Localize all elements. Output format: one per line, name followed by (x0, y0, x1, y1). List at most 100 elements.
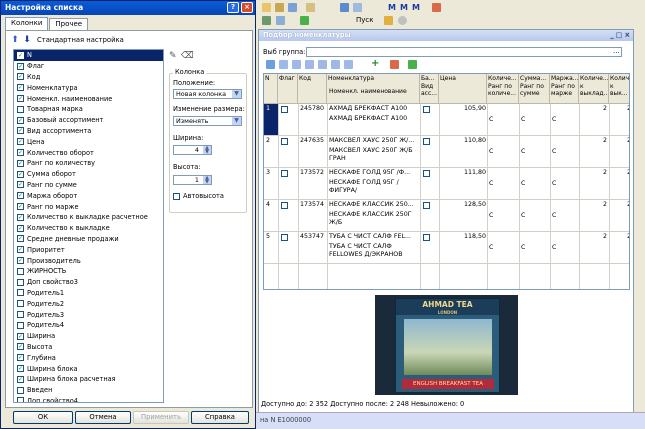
column-header[interactable]: Маржа... Ранг по марже (550, 74, 579, 104)
autoheight-checkbox[interactable] (173, 193, 180, 200)
resize-select[interactable]: Изменять ▼ (173, 116, 242, 126)
column-checkbox[interactable]: ✓ (17, 159, 24, 167)
column-header[interactable]: Цена (439, 74, 487, 104)
column-checkbox[interactable] (17, 321, 24, 329)
column-list-item[interactable]: Родитель3 (14, 309, 163, 320)
width-stepper[interactable]: 4 ▲ ▼ (173, 145, 212, 155)
chevron-down-icon[interactable]: ▼ (232, 90, 241, 98)
start-button[interactable]: Пуск (356, 16, 373, 24)
window-controls-icon[interactable]: _ □ × (610, 30, 630, 41)
column-checkbox[interactable]: ✓ (17, 73, 24, 81)
tools-icon[interactable] (432, 3, 441, 12)
star-icon[interactable] (384, 16, 393, 25)
column-checkbox[interactable]: ✓ (17, 332, 24, 340)
tab-columns[interactable]: Колонки (5, 17, 49, 30)
column-header[interactable]: Количе... Ранг по количе... (487, 74, 519, 104)
column-list-item[interactable]: Введен (14, 385, 163, 396)
column-checkbox[interactable]: ✓ (17, 127, 24, 135)
column-checkbox[interactable]: ✓ (17, 51, 24, 59)
column-list-item[interactable]: ✓ Приоритет (14, 244, 163, 255)
table-icon[interactable] (340, 3, 349, 12)
column-list-item[interactable]: ✓ Ранг по марже (14, 201, 163, 212)
m-plus-icon[interactable]: M (400, 3, 408, 12)
column-checkbox[interactable] (17, 105, 24, 113)
filter3-icon[interactable] (292, 60, 301, 69)
print-icon[interactable] (306, 3, 315, 12)
column-checkbox[interactable] (17, 386, 24, 394)
grid-icon[interactable] (353, 3, 362, 12)
column-list-item[interactable]: ✓ Сумма оборот (14, 169, 163, 180)
group-input[interactable] (306, 47, 622, 57)
column-checkbox[interactable]: ✓ (17, 213, 24, 221)
spin-icon[interactable]: ▲ ▼ (203, 146, 211, 155)
column-list-item[interactable]: Родитель4 (14, 320, 163, 331)
edit-icon[interactable]: ✎ (169, 51, 177, 61)
nav2-icon[interactable] (276, 16, 285, 25)
column-checkbox[interactable]: ✓ (17, 257, 24, 265)
column-list-item[interactable]: Доп свойство4 (14, 396, 163, 402)
sort3-icon[interactable] (331, 60, 340, 69)
column-list-item[interactable]: ✓ N (14, 50, 163, 61)
column-checkbox[interactable]: ✓ (17, 224, 24, 232)
cancel-button[interactable]: Отмена (75, 411, 131, 424)
column-checkbox[interactable]: ✓ (17, 116, 24, 124)
column-list-item[interactable]: ✓ Высота (14, 342, 163, 353)
taskbar-item[interactable]: на N E1000000 (260, 416, 311, 424)
open-icon[interactable] (275, 3, 284, 12)
folder-icon[interactable] (262, 3, 271, 12)
m-minus-icon[interactable]: M (412, 3, 420, 12)
column-header[interactable]: Количе... к вык... (609, 74, 629, 104)
ok-button[interactable]: ОК (13, 411, 73, 424)
circle-icon[interactable] (398, 16, 407, 25)
row-flag-checkbox[interactable] (281, 170, 288, 177)
column-checkbox[interactable]: ✓ (17, 192, 24, 200)
column-header[interactable]: Код (298, 74, 327, 104)
column-header[interactable]: Сумма... Ранг по сумме (519, 74, 550, 104)
column-list-item[interactable]: Товарная марка (14, 104, 163, 115)
column-checkbox[interactable]: ✓ (17, 138, 24, 146)
column-checkbox[interactable] (17, 278, 24, 286)
column-checkbox[interactable]: ✓ (17, 84, 24, 92)
sort-icon[interactable] (305, 60, 314, 69)
move-down-icon[interactable]: ⬇ (23, 35, 31, 45)
column-list-item[interactable]: ✓ Номенкл. наименование (14, 93, 163, 104)
column-header[interactable]: N (264, 74, 278, 104)
m-icon[interactable]: M (388, 3, 396, 12)
column-list-item[interactable]: Родитель2 (14, 298, 163, 309)
product-grid[interactable]: N Флаг Код Номенклатура Ба... Вид асс... Цена… (263, 73, 630, 290)
row-flag-checkbox[interactable] (281, 202, 288, 209)
help-button[interactable]: Справка (191, 411, 249, 424)
column-list-item[interactable]: ✓ Ширина (14, 331, 163, 342)
column-checkbox[interactable]: ✓ (17, 375, 24, 383)
position-select[interactable]: Новая колонка ▼ (173, 89, 242, 99)
sort4-icon[interactable] (344, 60, 353, 69)
ellipsis-icon[interactable]: ... (613, 47, 620, 55)
height-stepper[interactable]: 1 ▲ ▼ (173, 175, 212, 185)
column-checkbox[interactable]: ✓ (17, 95, 24, 103)
add-icon[interactable]: + (371, 58, 379, 69)
column-list-item[interactable]: ✓ Глубина (14, 352, 163, 363)
row-assortment-checkbox[interactable] (423, 234, 430, 241)
standard-setting-link[interactable]: Стандартная настройка (37, 36, 124, 44)
column-list-item[interactable]: Доп свойство3 (14, 277, 163, 288)
column-list-item[interactable]: ✓ Ранг по количеству (14, 158, 163, 169)
row-assortment-checkbox[interactable] (423, 170, 430, 177)
column-list-item[interactable]: ✓ Средне дневные продажи (14, 234, 163, 245)
move-up-icon[interactable]: ⬆ (11, 35, 19, 45)
column-list-item[interactable]: ✓ Код (14, 72, 163, 83)
column-list-item[interactable]: Родитель1 (14, 288, 163, 299)
column-list-item[interactable]: ✓ Количество к выкладке (14, 223, 163, 234)
column-checkbox[interactable]: ✓ (17, 365, 24, 372)
row-assortment-checkbox[interactable] (423, 138, 430, 145)
column-list-item[interactable]: ✓ Базовый ассортимент (14, 115, 163, 126)
close-icon[interactable]: × (241, 2, 253, 13)
column-header[interactable]: Ба... Вид асс... (420, 74, 439, 104)
column-checkbox[interactable] (17, 267, 24, 275)
apply-button[interactable]: Применить (133, 411, 189, 424)
column-checkbox[interactable]: ✓ (17, 235, 24, 243)
column-checkbox[interactable] (17, 311, 24, 319)
column-checkbox[interactable]: ✓ (17, 170, 24, 178)
column-checkbox[interactable]: ✓ (17, 354, 24, 362)
filter-icon[interactable] (266, 60, 275, 69)
column-list-item[interactable]: ✓ Ширина блока расчетная (14, 374, 163, 385)
